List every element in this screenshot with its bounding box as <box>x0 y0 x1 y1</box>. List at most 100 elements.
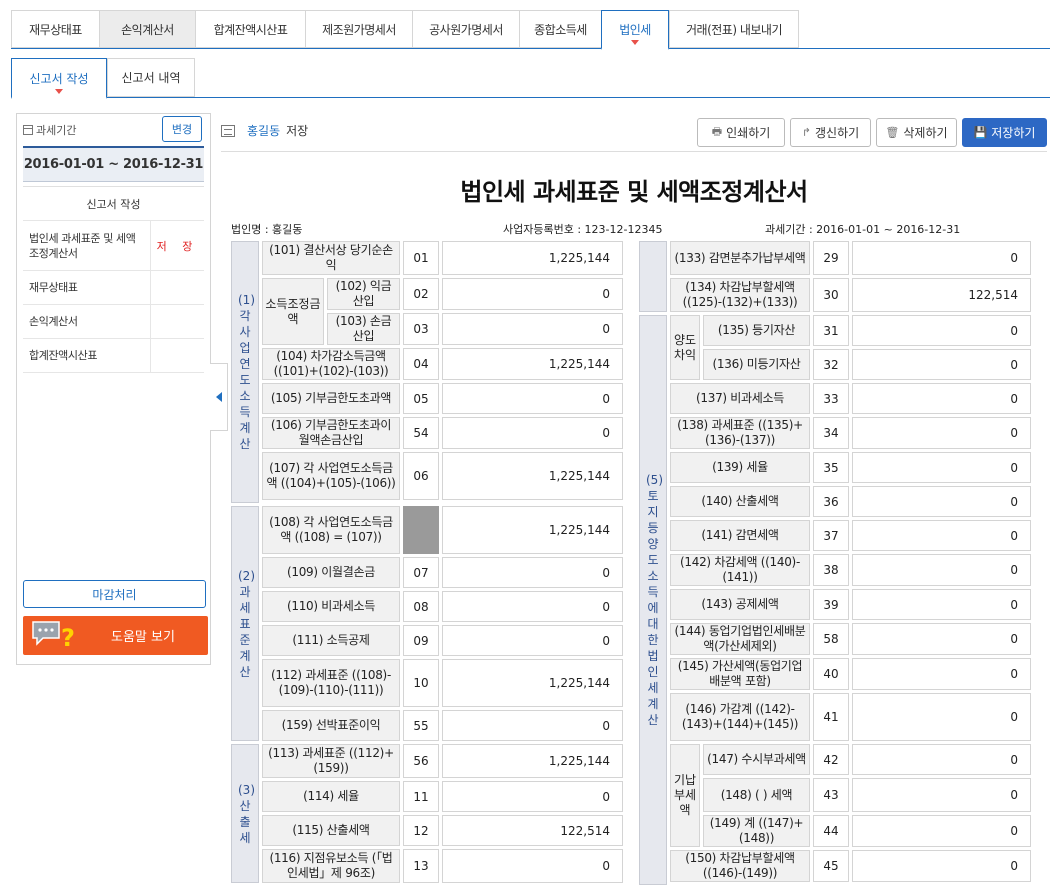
delete-label: 삭제하기 <box>903 126 948 140</box>
row-code: 38 <box>813 554 850 586</box>
row-code: 43 <box>813 778 850 812</box>
row-value[interactable]: 0 <box>852 241 1031 275</box>
row-code: 29 <box>813 241 850 275</box>
row-value[interactable]: 0 <box>852 778 1031 812</box>
row-value[interactable]: 0 <box>852 850 1031 882</box>
table-row: (146) 가감계 ((142)-(143)+(144)+(145)) 41 0 <box>639 693 1031 741</box>
change-period-button[interactable]: 변경 <box>162 116 202 142</box>
row-value[interactable]: 0 <box>852 589 1031 620</box>
form-list-item[interactable]: 손익계산서 <box>23 305 204 339</box>
row-label: (140) 산출세액 <box>670 486 811 517</box>
table-row: (110) 비과세소득 08 0 <box>231 591 623 622</box>
row-label: (116) 지점유보소득 (「법인세법」제 96조) <box>262 849 400 883</box>
tab-label: 제조원가명세서 <box>322 22 396 37</box>
row-value[interactable]: 0 <box>442 383 623 414</box>
form-status <box>150 271 204 304</box>
row-value[interactable]: 0 <box>442 278 623 310</box>
help-button[interactable]: ? 도움말 보기 <box>23 616 208 655</box>
tab-label: 신고서 내역 <box>121 71 181 85</box>
row-value[interactable]: 0 <box>442 591 623 622</box>
row-code: 35 <box>813 452 850 483</box>
row-value[interactable]: 0 <box>852 744 1031 775</box>
row-value[interactable]: 0 <box>442 313 623 345</box>
row-value[interactable]: 0 <box>442 417 623 449</box>
row-code: 31 <box>813 315 850 346</box>
form-list: 신고서 작성 법인세 과세표준 및 세액조정계산서 저 장 재무상태표 손익계산서… <box>23 186 204 373</box>
row-value[interactable]: 0 <box>442 710 623 741</box>
print-button[interactable]: 🖶 인쇄하기 <box>697 118 785 147</box>
row-value[interactable]: 1,225,144 <box>442 452 623 500</box>
refresh-button[interactable]: ↱ 갱신하기 <box>790 118 871 147</box>
row-value[interactable]: 0 <box>442 781 623 812</box>
tab-export-vouchers[interactable]: 거래(전표) 내보내기 <box>669 10 799 48</box>
row-code: 56 <box>403 744 439 778</box>
table-row: (141) 감면세액 37 0 <box>639 520 1031 551</box>
row-value[interactable]: 122,514 <box>852 278 1031 312</box>
row-label: (144) 동업기업법인세배분액(가산세제외) <box>670 623 811 655</box>
collapse-panel-toggle[interactable] <box>210 363 228 431</box>
refresh-icon: ↱ <box>801 126 812 139</box>
row-value[interactable]: 0 <box>442 625 623 656</box>
tab-balance-sheet[interactable]: 재무상태표 <box>11 10 99 48</box>
row-value[interactable]: 122,514 <box>442 815 623 846</box>
help-question-icon: ? <box>32 621 75 652</box>
period-label: 과세기간 <box>23 122 76 138</box>
save-status: 저장 <box>286 124 309 138</box>
form-list-item[interactable]: 법인세 과세표준 및 세액조정계산서 저 장 <box>23 221 204 271</box>
tab-label: 재무상태표 <box>29 22 82 37</box>
tab-corporate-tax[interactable]: 법인세 <box>601 10 669 50</box>
tab-label: 합계잔액시산표 <box>213 22 288 37</box>
row-code: 13 <box>403 849 439 883</box>
row-value[interactable]: 1,225,144 <box>442 506 623 554</box>
form-status: 저 장 <box>150 221 204 270</box>
tab-label: 신고서 작성 <box>29 71 89 86</box>
tab-label: 법인세 <box>619 23 651 37</box>
group-label: 기납부세액 <box>670 744 700 847</box>
row-value[interactable]: 1,225,144 <box>442 348 623 380</box>
form-list-item[interactable]: 재무상태표 <box>23 271 204 305</box>
table-row: (109) 이월결손금 07 0 <box>231 557 623 588</box>
user-status-line: 홍길동 저장 <box>221 122 308 139</box>
page-title: 법인세 과세표준 및 세액조정계산서 <box>460 178 808 206</box>
tab-income-statement[interactable]: 손익계산서 <box>99 10 195 48</box>
tab-write-return[interactable]: 신고서 작성 <box>11 58 107 99</box>
row-value[interactable]: 0 <box>852 452 1031 483</box>
table-row: (159) 선박표준이익 55 0 <box>231 710 623 741</box>
tab-income-tax[interactable]: 종합소득세 <box>519 10 601 48</box>
tab-return-history[interactable]: 신고서 내역 <box>107 58 195 97</box>
form-list-item[interactable]: 합계잔액시산표 <box>23 339 204 373</box>
row-label: (111) 소득공제 <box>262 625 400 656</box>
tax-table-left: (1)각사업연도소득계산 (101) 결산서상 당기순손익 01 1,225,1… <box>228 238 626 886</box>
row-value[interactable]: 0 <box>852 693 1031 741</box>
table-row: (144) 동업기업법인세배분액(가산세제외) 58 0 <box>639 623 1031 655</box>
row-value[interactable]: 0 <box>852 520 1031 551</box>
row-value[interactable]: 0 <box>442 849 623 883</box>
row-value[interactable]: 0 <box>852 623 1031 655</box>
row-value[interactable]: 1,225,144 <box>442 744 623 778</box>
table-row: (5)토지등양도소득에대한법인세계산 양도차익 (135) 등기자산 31 0 <box>639 315 1031 885</box>
row-value[interactable]: 0 <box>852 315 1031 346</box>
row-value[interactable]: 0 <box>442 557 623 588</box>
row-label: (142) 차감세액 ((140)-(141)) <box>670 554 811 586</box>
table-row: (3)산출세 (113) 과세표준 ((112)+(159)) 56 1,225… <box>231 744 623 883</box>
save-button[interactable]: 💾 저장하기 <box>962 118 1047 147</box>
row-value[interactable]: 1,225,144 <box>442 241 623 275</box>
save-icon: 💾 <box>973 126 988 139</box>
row-value[interactable]: 0 <box>852 383 1031 414</box>
period-range: 2016-01-01 ~ 2016-12-31 <box>23 146 204 182</box>
row-value[interactable]: 0 <box>852 658 1031 690</box>
delete-button[interactable]: 🗑 삭제하기 <box>876 118 957 147</box>
row-value[interactable]: 1,225,144 <box>442 659 623 707</box>
tab-manufacturing-cost[interactable]: 제조원가명세서 <box>305 10 412 48</box>
row-value[interactable]: 0 <box>852 349 1031 380</box>
tab-trial-balance[interactable]: 합계잔액시산표 <box>195 10 305 48</box>
tab-construction-cost[interactable]: 공사원가명세서 <box>412 10 519 48</box>
row-value[interactable]: 0 <box>852 486 1031 517</box>
table-row: (2)과세표준계산 (108) 각 사업연도소득금액 ((108) = (107… <box>231 506 623 741</box>
refresh-label: 갱신하기 <box>815 126 860 140</box>
close-period-button[interactable]: 마감처리 <box>23 580 206 608</box>
row-value[interactable]: 0 <box>852 417 1031 449</box>
row-value[interactable]: 0 <box>852 815 1031 847</box>
row-value[interactable]: 0 <box>852 554 1031 586</box>
form-status <box>150 339 204 372</box>
